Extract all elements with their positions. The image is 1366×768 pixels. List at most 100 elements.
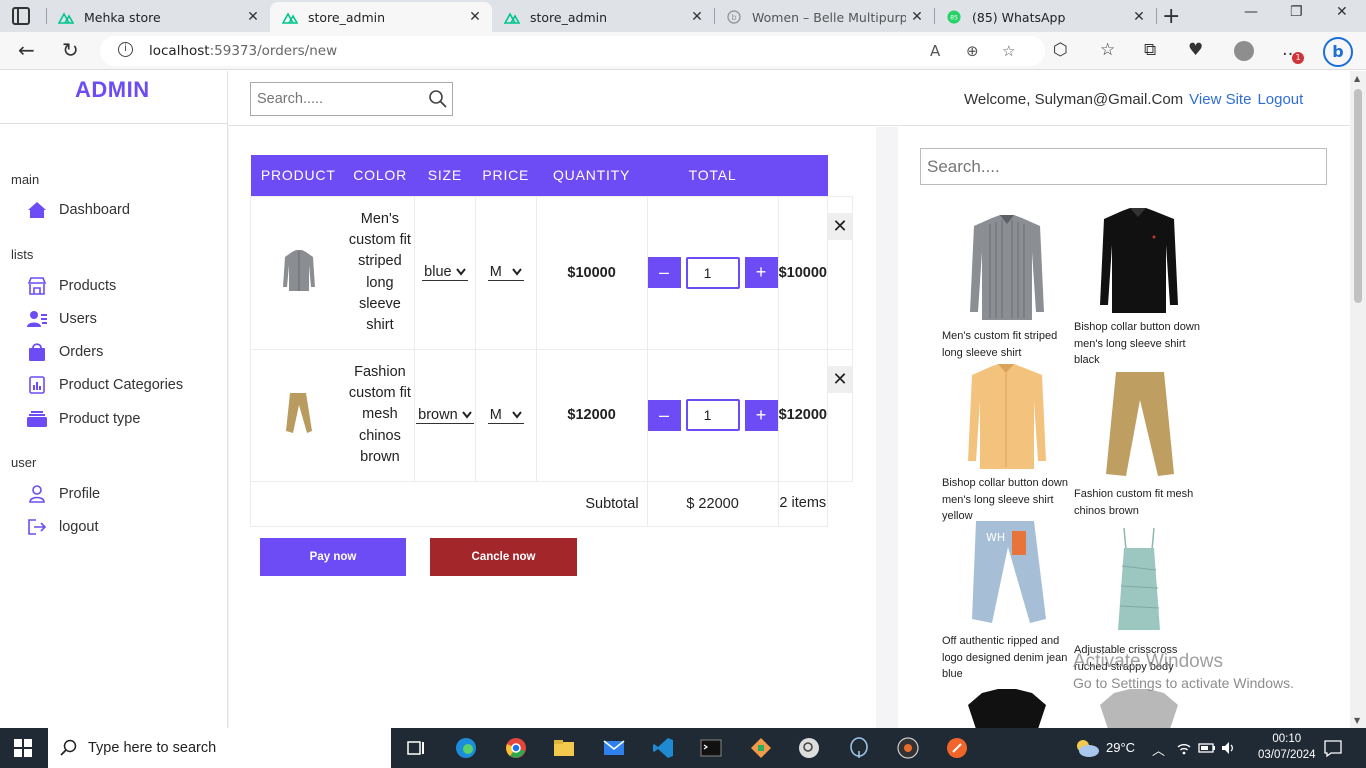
profile-avatar[interactable] [1234, 41, 1254, 61]
product-card[interactable]: Men's custom fit striped long sleeve shi… [942, 214, 1072, 361]
close-icon[interactable]: ✕ [686, 9, 708, 25]
sidebar-item-dashboard[interactable]: Dashboard [27, 199, 130, 221]
color-select[interactable]: blue [422, 264, 468, 281]
battery-icon[interactable] [1198, 740, 1216, 756]
read-aloud-icon[interactable]: A [930, 42, 940, 60]
bing-icon[interactable]: b [1323, 37, 1353, 67]
tab-store-admin[interactable]: store_admin ✕ [492, 2, 714, 32]
remove-item-button[interactable]: ✕ [828, 212, 852, 240]
tab-store-admin-active[interactable]: store_admin ✕ [270, 2, 492, 32]
header-search-input[interactable] [251, 83, 426, 115]
color-select[interactable]: brown [416, 407, 474, 424]
new-tab-icon[interactable]: + [1162, 4, 1180, 29]
product-card[interactable]: Bishop collar button down men's long sle… [942, 363, 1072, 525]
sidebar: ADMIN main Dashboard lists Products User… [0, 71, 228, 728]
pay-now-button[interactable]: Pay now [260, 538, 406, 576]
taskbar-search[interactable]: Type here to search [48, 728, 391, 768]
chrome-icon[interactable] [505, 737, 527, 759]
close-icon[interactable]: ✕ [1128, 9, 1150, 25]
cancel-now-button[interactable]: Cancle now [430, 538, 577, 576]
site-info-icon[interactable]: i [118, 42, 133, 57]
restore-icon[interactable]: ❐ [1290, 4, 1303, 20]
vscode-icon[interactable] [652, 737, 674, 759]
postgres-icon[interactable] [848, 737, 870, 759]
url-host: localhost [149, 43, 210, 59]
window-close-icon[interactable]: ✕ [1336, 4, 1348, 20]
chinos-thumbnail [285, 393, 312, 433]
task-view-icon[interactable] [405, 737, 427, 759]
quantity-stepper: –1 + [647, 256, 778, 289]
postman-icon[interactable] [946, 737, 968, 759]
scroll-down-icon[interactable]: ▼ [1354, 716, 1360, 725]
notifications-icon[interactable] [1323, 738, 1343, 758]
logout-link[interactable]: Logout [1257, 91, 1303, 108]
tab-whatsapp[interactable]: 85 (85) WhatsApp ✕ [934, 2, 1156, 32]
clock[interactable]: 00:10 03/07/2024 [1258, 731, 1316, 763]
grey-tshirt-image [1100, 689, 1178, 728]
sidebar-item-logout[interactable]: logout [27, 516, 99, 538]
dev-tool-icon[interactable] [750, 737, 772, 759]
scrollbar-thumb[interactable] [1354, 89, 1362, 303]
mail-icon[interactable] [603, 737, 625, 759]
sidebar-item-orders[interactable]: Orders [27, 341, 103, 363]
temperature[interactable]: 29°C [1106, 740, 1135, 755]
wifi-icon[interactable] [1176, 740, 1192, 756]
sidebar-item-product-type[interactable]: Product type [27, 408, 140, 430]
edge-icon[interactable] [455, 737, 477, 759]
scroll-up-icon[interactable]: ▲ [1354, 74, 1360, 83]
decrease-qty-button[interactable]: – [647, 257, 681, 288]
product-search-input[interactable] [920, 148, 1327, 185]
sidebar-item-products[interactable]: Products [27, 275, 116, 297]
terminal-icon[interactable] [700, 737, 722, 759]
increase-qty-button[interactable]: + [744, 399, 778, 431]
show-hidden-icons[interactable]: ︿ [1152, 740, 1165, 759]
url-text[interactable]: localhost:59373/orders/new [149, 43, 337, 59]
black-shirt-image [1100, 208, 1178, 313]
product-card[interactable]: Bishop collar button down men's long sle… [1074, 207, 1204, 369]
product-card[interactable]: Fashion custom fit mesh chinos brown [1074, 370, 1204, 519]
back-icon[interactable]: ← [18, 38, 35, 62]
product-card[interactable]: WH Off authentic ripped and logo designe… [942, 519, 1072, 683]
close-icon[interactable]: ✕ [906, 9, 928, 25]
tab-mehka-store[interactable]: Mehka store ✕ [46, 2, 270, 32]
chevron-down-icon [461, 410, 472, 419]
decrease-qty-button[interactable]: – [647, 399, 681, 431]
increase-qty-button[interactable]: + [744, 257, 778, 288]
volume-icon[interactable] [1220, 740, 1238, 756]
collections-icon[interactable]: ⧉ [1144, 40, 1156, 60]
sidebar-item-label: Orders [59, 344, 104, 360]
column-header: TOTAL [647, 155, 779, 196]
view-site-link[interactable]: View Site [1189, 91, 1251, 108]
search-app-icon[interactable] [798, 737, 820, 759]
search-icon[interactable] [428, 89, 448, 109]
address-bar[interactable]: i localhost:59373/orders/new A ⊕ ☆ [100, 36, 1045, 66]
zoom-icon[interactable]: ⊕ [966, 42, 979, 60]
quantity-input[interactable]: 1 [685, 399, 740, 431]
favorites-icon[interactable]: ☆ [1100, 40, 1115, 60]
product-card-partial[interactable] [1074, 689, 1204, 728]
quantity-input[interactable]: 1 [685, 256, 740, 289]
sidebar-item-profile[interactable]: Profile [27, 483, 100, 505]
obs-icon[interactable] [897, 737, 919, 759]
remove-item-button[interactable]: ✕ [828, 365, 852, 393]
size-select[interactable]: M [487, 407, 524, 424]
extensions-icon[interactable]: ⬡ [1053, 40, 1068, 60]
close-icon[interactable]: ✕ [242, 9, 264, 25]
sidebar-item-product-categories[interactable]: Product Categories [27, 374, 183, 396]
add-favorite-icon[interactable]: ☆ [1002, 42, 1015, 60]
admin-logo[interactable]: ADMIN [75, 77, 150, 103]
page-scrollbar[interactable]: ▲ ▼ [1350, 71, 1366, 728]
striped-shirt-image [970, 215, 1044, 320]
sidebar-item-users[interactable]: Users [27, 308, 97, 330]
tab-actions-icon[interactable] [12, 7, 30, 25]
minimize-icon[interactable]: — [1244, 4, 1258, 20]
size-select[interactable]: M [487, 264, 524, 281]
weather-cloud-icon[interactable] [1073, 737, 1101, 759]
file-explorer-icon[interactable] [553, 737, 575, 759]
health-icon[interactable]: ♥ [1188, 40, 1203, 60]
windows-start-icon[interactable] [14, 739, 32, 757]
close-icon[interactable]: ✕ [464, 9, 486, 25]
refresh-icon[interactable]: ↻ [62, 38, 79, 62]
tab-belle[interactable]: b Women – Belle Multipurpose ✕ [714, 2, 934, 32]
product-card-partial[interactable] [942, 689, 1072, 728]
